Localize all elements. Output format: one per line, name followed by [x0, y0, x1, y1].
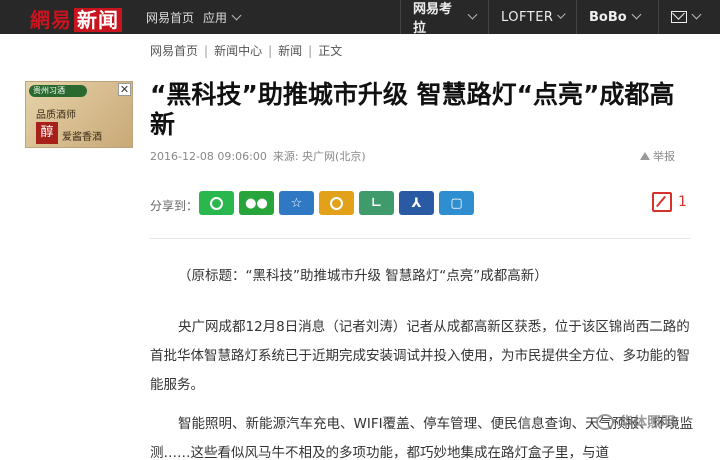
- liquor-advertisement[interactable]: 贵州习酒 ✕ 品质酒师 醇 爱酱香酒: [25, 81, 133, 148]
- share-label: 分享到：: [150, 199, 199, 213]
- breadcrumb: 网易首页 | 新闻中心 | 新闻 | 正文: [150, 42, 342, 59]
- breadcrumb-current: 正文: [318, 44, 343, 58]
- wechat-icon: [596, 414, 614, 430]
- report-button[interactable]: 举报: [640, 148, 675, 164]
- chevron-down-icon: [467, 9, 478, 19]
- article-title: “黑科技”助推城市升级 智慧路灯“点亮”成都高新: [150, 80, 675, 139]
- share-buttons: ●● ☆ ∟ ⅄ ▢: [199, 191, 479, 215]
- divider: [150, 238, 690, 239]
- article-meta: 2016-12-08 09:06:00 来源: 央广网(北京): [150, 148, 366, 164]
- watermark-text: 华体照明: [619, 415, 675, 431]
- qzone-icon: ☆: [290, 195, 303, 211]
- qq-icon: [210, 196, 223, 210]
- kaola-label: 网易考拉: [413, 2, 453, 36]
- mail-menu[interactable]: [658, 0, 720, 34]
- kaola-menu[interactable]: 网易考拉: [400, 0, 488, 36]
- comment-count: 1: [678, 194, 687, 210]
- yixin-icon: ∟: [371, 195, 382, 211]
- breadcrumb-separator: |: [308, 43, 313, 58]
- comment-button[interactable]: 1: [652, 192, 687, 212]
- breadcrumb-separator: |: [204, 43, 209, 58]
- share-wechat-button[interactable]: ●●: [239, 191, 274, 215]
- lofter-menu[interactable]: LOFTER: [488, 0, 576, 34]
- edit-comment-icon: [652, 192, 672, 212]
- breadcrumb-separator: |: [268, 43, 273, 58]
- ad-slogan-line2: 爱酱香酒: [62, 132, 102, 143]
- share-qq-button[interactable]: [199, 191, 234, 215]
- nav-apps-menu[interactable]: 应用: [203, 9, 242, 26]
- share-youdao-button[interactable]: ▢: [439, 191, 474, 215]
- original-title-paragraph: （原标题：“黑科技”助推城市升级 智慧路灯“点亮”成都高新）: [178, 268, 548, 284]
- logo-main-text: 網易: [30, 8, 72, 32]
- breadcrumb-home[interactable]: 网易首页: [150, 42, 198, 59]
- breadcrumb-news-center[interactable]: 新闻中心: [214, 42, 262, 59]
- lofter-label: LOFTER: [501, 9, 554, 25]
- share-weibo-button[interactable]: [319, 191, 354, 215]
- ad-slogan-line1: 品质酒师: [36, 110, 76, 121]
- bobo-label: BoBo: [589, 9, 627, 25]
- bobo-menu[interactable]: BoBo: [576, 0, 658, 34]
- weibo-icon: [330, 196, 343, 210]
- warning-icon: [640, 152, 650, 160]
- logo-news-text: 新闻: [74, 8, 122, 32]
- netease-news-logo[interactable]: 網易 新闻: [30, 4, 122, 33]
- renren-icon: ⅄: [411, 195, 422, 211]
- ad-brand-label: 贵州习酒: [29, 85, 87, 97]
- wechat-icon: ●●: [245, 195, 268, 211]
- wechat-watermark: 华体照明: [596, 412, 675, 432]
- chevron-down-icon: [691, 9, 702, 19]
- share-qzone-button[interactable]: ☆: [279, 191, 314, 215]
- article-paragraph-1: 央广网成都12月8日消息（记者刘涛）记者从成都高新区获悉，位于该区锦尚西二路的首…: [150, 319, 690, 393]
- chevron-down-icon: [557, 9, 566, 19]
- mail-icon: [671, 11, 687, 23]
- breadcrumb-news[interactable]: 新闻: [278, 42, 302, 59]
- chevron-down-icon: [631, 9, 642, 19]
- nav-home-link[interactable]: 网易首页: [146, 9, 194, 26]
- top-navigation-bar: 網易 新闻 网易首页 应用 网易考拉 LOFTER BoBo: [0, 0, 720, 36]
- article-source[interactable]: 来源: 央广网(北京): [273, 150, 366, 163]
- share-yixin-button[interactable]: ∟: [359, 191, 394, 215]
- nav-apps-label: 应用: [203, 11, 228, 25]
- article-datetime: 2016-12-08 09:06:00: [150, 150, 267, 163]
- ad-seal-stamp: 醇: [36, 122, 58, 144]
- share-renren-button[interactable]: ⅄: [399, 191, 434, 215]
- youdao-icon: ▢: [450, 195, 463, 211]
- top-right-menus: 网易考拉 LOFTER BoBo: [400, 0, 720, 36]
- chevron-down-icon: [231, 10, 242, 21]
- close-icon[interactable]: ✕: [118, 83, 131, 96]
- report-label: 举报: [653, 150, 675, 163]
